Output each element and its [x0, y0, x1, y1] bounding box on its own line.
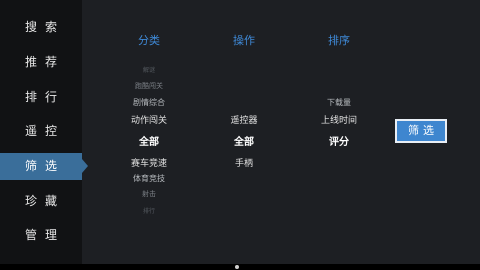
filter-button[interactable]: 筛选: [395, 119, 447, 143]
sidebar-item-remote[interactable]: 遥控: [0, 118, 82, 145]
operation-option[interactable]: 手柄: [204, 156, 284, 169]
sidebar-item-search[interactable]: 搜索: [0, 14, 82, 41]
operation-option[interactable]: 遥控器: [204, 113, 284, 126]
category-option[interactable]: 动作闯关: [109, 113, 189, 126]
screen: 搜索 推荐 排行 遥控 筛选 珍藏 管理 分类 操作 排序 解谜 跑酷闯关 剧情…: [0, 0, 480, 264]
page-indicator-dot: [235, 265, 239, 269]
category-option[interactable]: 排行: [109, 206, 189, 215]
sidebar-item-recommend[interactable]: 推荐: [0, 49, 82, 76]
category-option-selected[interactable]: 全部: [109, 133, 189, 148]
sidebar-item-filter[interactable]: 筛选: [0, 153, 82, 180]
category-option[interactable]: 赛车竞速: [109, 156, 189, 169]
sort-option-selected[interactable]: 评分: [299, 133, 379, 148]
category-header: 分类: [138, 34, 160, 47]
sort-option[interactable]: 下载量: [299, 97, 379, 108]
category-option[interactable]: 跑酷闯关: [109, 81, 189, 91]
operation-header: 操作: [233, 34, 255, 47]
sidebar-item-manage[interactable]: 管理: [0, 222, 82, 249]
sort-header: 排序: [328, 34, 350, 47]
sort-option[interactable]: 上线时间: [299, 113, 379, 126]
category-option[interactable]: 剧情综合: [109, 97, 189, 108]
sidebar-item-collection[interactable]: 珍藏: [0, 188, 82, 215]
category-option[interactable]: 解谜: [109, 65, 189, 74]
active-arrow-indicator: [82, 159, 88, 173]
category-option[interactable]: 体育竞技: [109, 173, 189, 184]
category-option[interactable]: 射击: [109, 189, 189, 199]
operation-option-selected[interactable]: 全部: [204, 133, 284, 148]
sidebar: 搜索 推荐 排行 遥控 筛选 珍藏 管理: [0, 0, 82, 264]
sidebar-item-ranking[interactable]: 排行: [0, 84, 82, 111]
